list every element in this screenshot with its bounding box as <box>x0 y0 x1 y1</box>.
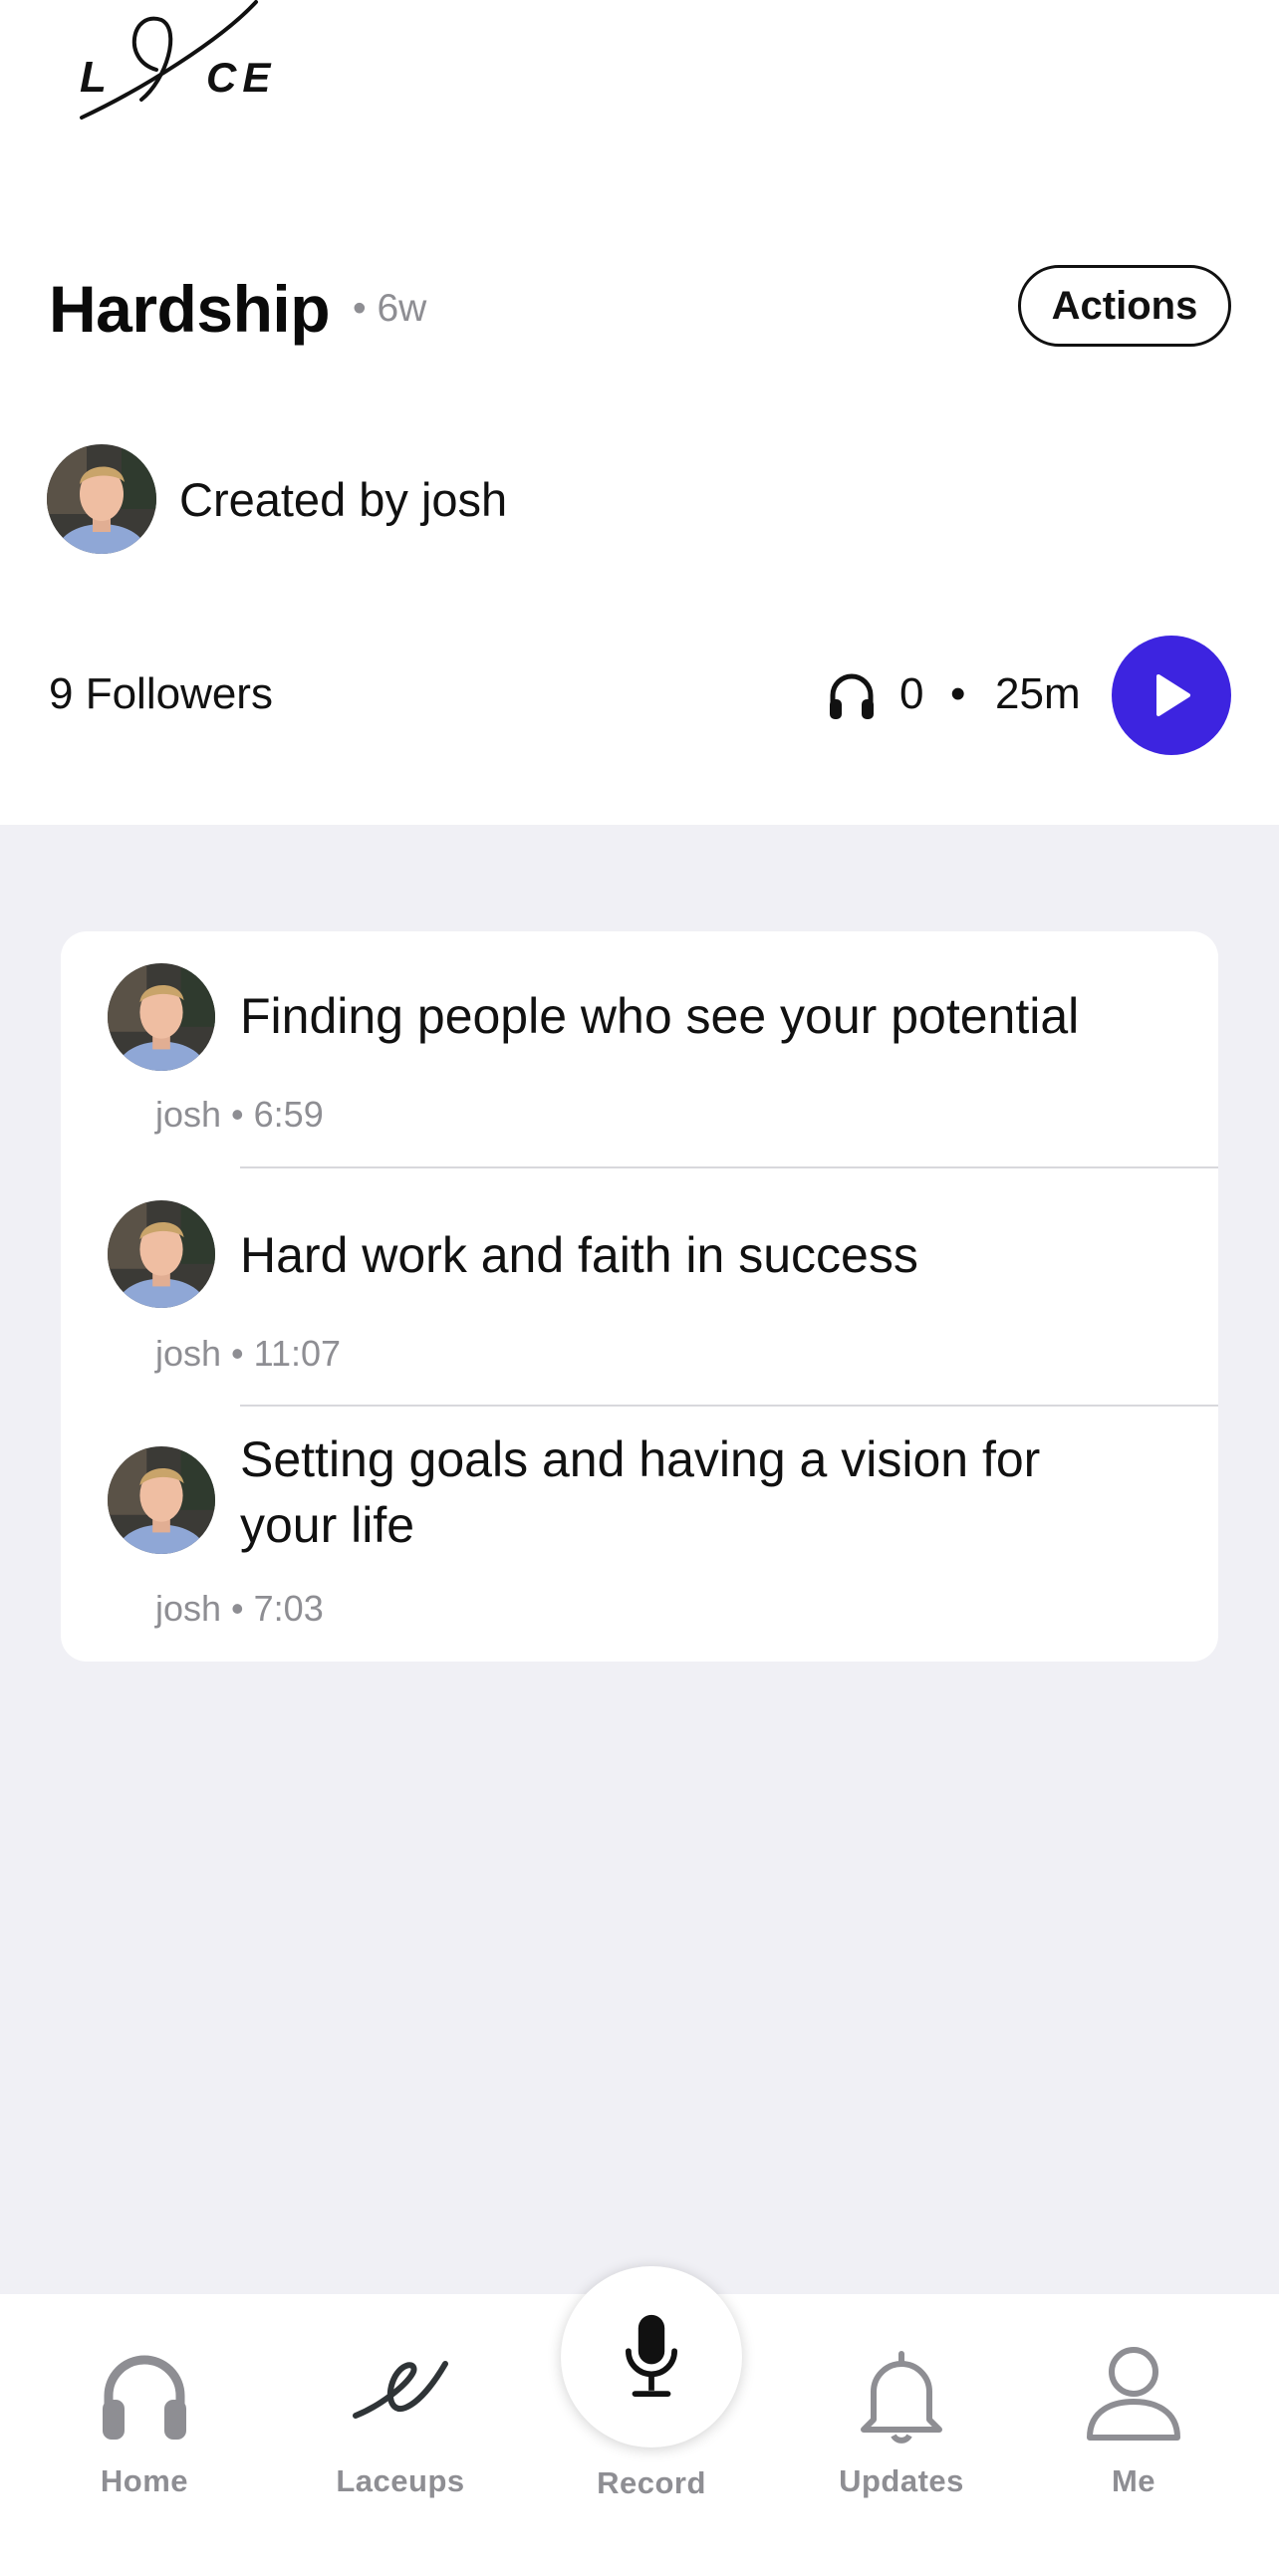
tab-me[interactable]: Me <box>1034 2294 1233 2576</box>
list-item[interactable]: Hard work and faith in success josh • 11… <box>61 1168 1218 1408</box>
headphones-icon <box>825 669 879 721</box>
tab-home[interactable]: Home <box>45 2294 244 2576</box>
stats-separator: • <box>950 669 966 718</box>
tab-record-label: Record <box>597 2465 706 2500</box>
play-icon <box>1156 674 1190 716</box>
headphones-icon <box>97 2344 192 2448</box>
episode-title: Finding people who see your potential <box>240 988 1080 1044</box>
playlist-header-section: L CE Hardship • 6w Actions Created by jo… <box>0 0 1279 825</box>
tab-home-label: Home <box>100 2463 189 2498</box>
tab-updates[interactable]: Updates <box>802 2294 1001 2576</box>
svg-text:L: L <box>80 53 107 102</box>
episode-meta: josh • 6:59 <box>155 1094 324 1135</box>
list-item[interactable]: Setting goals and having a vision for yo… <box>61 1407 1218 1662</box>
record-button[interactable] <box>561 2266 742 2447</box>
episode-title: Hard work and faith in success <box>240 1227 918 1283</box>
list-item[interactable]: Finding people who see your potential jo… <box>61 931 1218 1170</box>
episode-list: Finding people who see your potential jo… <box>61 931 1218 1662</box>
avatar <box>108 1200 215 1308</box>
tab-me-label: Me <box>1111 2463 1156 2498</box>
listen-count: 0 <box>899 669 924 718</box>
actions-button[interactable]: Actions <box>1018 265 1231 347</box>
lace-logo-icon: L CE <box>80 0 276 120</box>
person-icon <box>1084 2344 1183 2448</box>
lace-signature-icon <box>351 2356 450 2431</box>
episode-meta: josh • 7:03 <box>155 1588 324 1629</box>
episode-meta: josh • 11:07 <box>155 1333 342 1374</box>
play-all-button[interactable] <box>1112 636 1231 755</box>
tab-updates-label: Updates <box>839 2463 964 2498</box>
lace-logo: L CE <box>72 0 291 125</box>
avatar <box>108 1446 215 1554</box>
svg-text:CE: CE <box>206 54 276 101</box>
playlist-title: Hardship <box>49 272 331 346</box>
total-duration: 25m <box>995 669 1081 718</box>
bell-icon <box>854 2342 949 2450</box>
avatar <box>108 963 215 1071</box>
creator-avatar[interactable] <box>47 444 156 554</box>
episode-title: Setting goals and having a vision for yo… <box>240 1431 1041 1553</box>
tab-laceups-label: Laceups <box>336 2463 465 2498</box>
created-by-text[interactable]: Created by josh <box>179 472 507 527</box>
playlist-age: • 6w <box>353 287 427 330</box>
tab-laceups[interactable]: Laceups <box>301 2294 500 2576</box>
followers-count[interactable]: 9 Followers <box>49 669 273 719</box>
microphone-icon <box>626 2314 677 2398</box>
